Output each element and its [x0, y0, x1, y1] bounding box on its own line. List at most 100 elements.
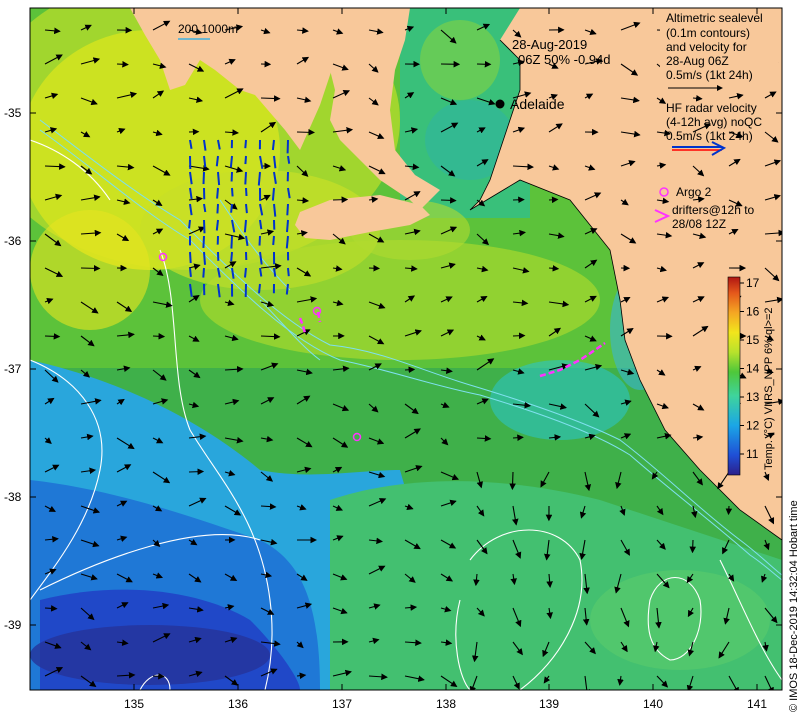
- hf-arrow: [243, 219, 247, 233]
- hf-arrow: [216, 203, 219, 214]
- hf-arrow: [203, 219, 206, 234]
- hf-arrow: [188, 219, 191, 229]
- lat-tick-label: -39: [4, 618, 22, 632]
- velocity-arrow: [296, 129, 315, 136]
- map-date: 28-Aug-2019: [512, 37, 587, 52]
- hf-arrow: [230, 251, 233, 262]
- colorbar-tick-label: 15: [746, 333, 760, 347]
- altimetry-line-3: and velocity for: [666, 40, 747, 54]
- hf-arrow: [258, 235, 261, 246]
- hf-arrow: [287, 155, 291, 164]
- hf-arrow: [285, 235, 289, 249]
- hf-arrow: [189, 267, 192, 278]
- hf-arrow: [286, 219, 289, 233]
- hf-arrow: [259, 267, 263, 277]
- hf-arrow: [215, 155, 219, 167]
- colorbar-tick-label: 11: [746, 447, 759, 461]
- hf-arrow: [244, 155, 247, 165]
- hf-arrow: [285, 283, 289, 295]
- colorbar-tick-label: 12: [746, 419, 760, 433]
- adelaide-marker: [495, 99, 505, 109]
- velocity-arrow: [44, 605, 58, 612]
- lat-tick-label: -36: [4, 234, 22, 248]
- argo-legend-label: Argo 2: [676, 185, 712, 199]
- velocity-arrow: [80, 265, 101, 272]
- hf-arrow: [259, 219, 263, 230]
- lat-tick-label: -37: [4, 362, 22, 376]
- velocity-arrow: [689, 539, 697, 554]
- hf-arrow: [271, 187, 275, 201]
- velocity-arrow: [725, 505, 733, 516]
- hf-arrow: [203, 251, 206, 265]
- colorbar-ramp: [727, 276, 741, 476]
- drifter-line-2: 28/08 12Z: [672, 217, 726, 231]
- velocity-arrow: [44, 333, 61, 340]
- lon-tick-label: 136: [228, 697, 248, 711]
- hf-arrow: [216, 187, 219, 199]
- velocity-arrow: [152, 333, 166, 340]
- altimetry-line-4: 28-Aug 06Z: [666, 54, 729, 68]
- altimetry-line-1: Altimetric sealevel: [666, 11, 763, 25]
- hf-arrow: [273, 155, 277, 169]
- drifter-line-1: drifters@12h to: [672, 203, 755, 217]
- velocity-arrow: [188, 468, 205, 475]
- velocity-arrow: [116, 60, 129, 68]
- velocity-arrow: [332, 196, 349, 203]
- hf-arrow: [257, 171, 261, 186]
- hf-arrow: [271, 139, 275, 151]
- hf-arrow: [286, 203, 289, 216]
- lon-tick-label: 138: [436, 697, 456, 711]
- velocity-arrow: [512, 332, 526, 340]
- colorbar-tick-label: 13: [746, 390, 760, 404]
- hf-arrow: [203, 203, 207, 213]
- velocity-arrow: [404, 366, 416, 374]
- hf-arrow: [230, 235, 233, 249]
- hf-arrow: [244, 171, 247, 185]
- map-time: 06Z 50% -0.94d: [518, 52, 611, 67]
- hf-arrow: [202, 171, 205, 185]
- velocity-arrow: [509, 471, 516, 491]
- velocity-arrow: [368, 264, 380, 272]
- hf-arrow: [272, 235, 275, 246]
- altimetry-line-5: 0.5m/s (1kt 24h): [666, 68, 753, 82]
- lon-tick-label: 141: [747, 697, 767, 711]
- velocity-arrow: [152, 672, 165, 680]
- velocity-arrow: [548, 196, 559, 204]
- hf-arrow: [217, 171, 221, 186]
- hf-arrow: [273, 203, 277, 217]
- colorbar-tick-label: 17: [746, 276, 760, 290]
- scale-bar-label: 200 1000m: [178, 22, 238, 36]
- hf-arrow: [202, 267, 205, 278]
- lon-tick-label: 135: [124, 697, 144, 711]
- hf-arrow: [229, 155, 233, 168]
- hf-line-1: HF radar velocity: [666, 101, 757, 115]
- hf-arrow: [230, 203, 233, 213]
- hf-arrow: [203, 155, 207, 168]
- hf-arrow: [258, 283, 261, 294]
- hf-arrow: [273, 267, 277, 277]
- hf-arrow: [244, 139, 247, 149]
- city-label: Adelaide: [510, 96, 565, 112]
- hf-arrow: [215, 219, 219, 231]
- velocity-arrow: [260, 95, 281, 102]
- hf-line-2: (4-12h avg) noQC: [666, 115, 762, 129]
- colorbar-tick-label: 14: [746, 362, 760, 376]
- lat-tick-label: -35: [4, 106, 22, 120]
- hf-arrow: [202, 235, 205, 248]
- colorbar-tick-label: 16: [746, 305, 760, 319]
- hf-arrow: [245, 203, 248, 214]
- hf-arrow: [287, 267, 290, 277]
- lon-tick-label: 140: [643, 697, 663, 711]
- velocity-arrow: [440, 197, 457, 204]
- velocity-arrow: [512, 434, 524, 441]
- lat-tick-label: -38: [4, 490, 22, 504]
- map-figure: Adelaide 200 1000m 28-Aug-2019 06Z 50% -…: [4, 7, 800, 712]
- hf-arrow: [231, 187, 234, 197]
- altimetry-line-2: (0.1m contours): [666, 26, 750, 40]
- hf-arrow: [189, 251, 192, 264]
- hf-arrow: [244, 267, 247, 278]
- hf-arrow: [245, 187, 248, 197]
- colorbar-label: Temp. (°C) VIIRS_NPP 6% ql>=2: [763, 307, 775, 470]
- lon-tick-label: 139: [539, 697, 559, 711]
- lon-tick-label: 137: [332, 697, 352, 711]
